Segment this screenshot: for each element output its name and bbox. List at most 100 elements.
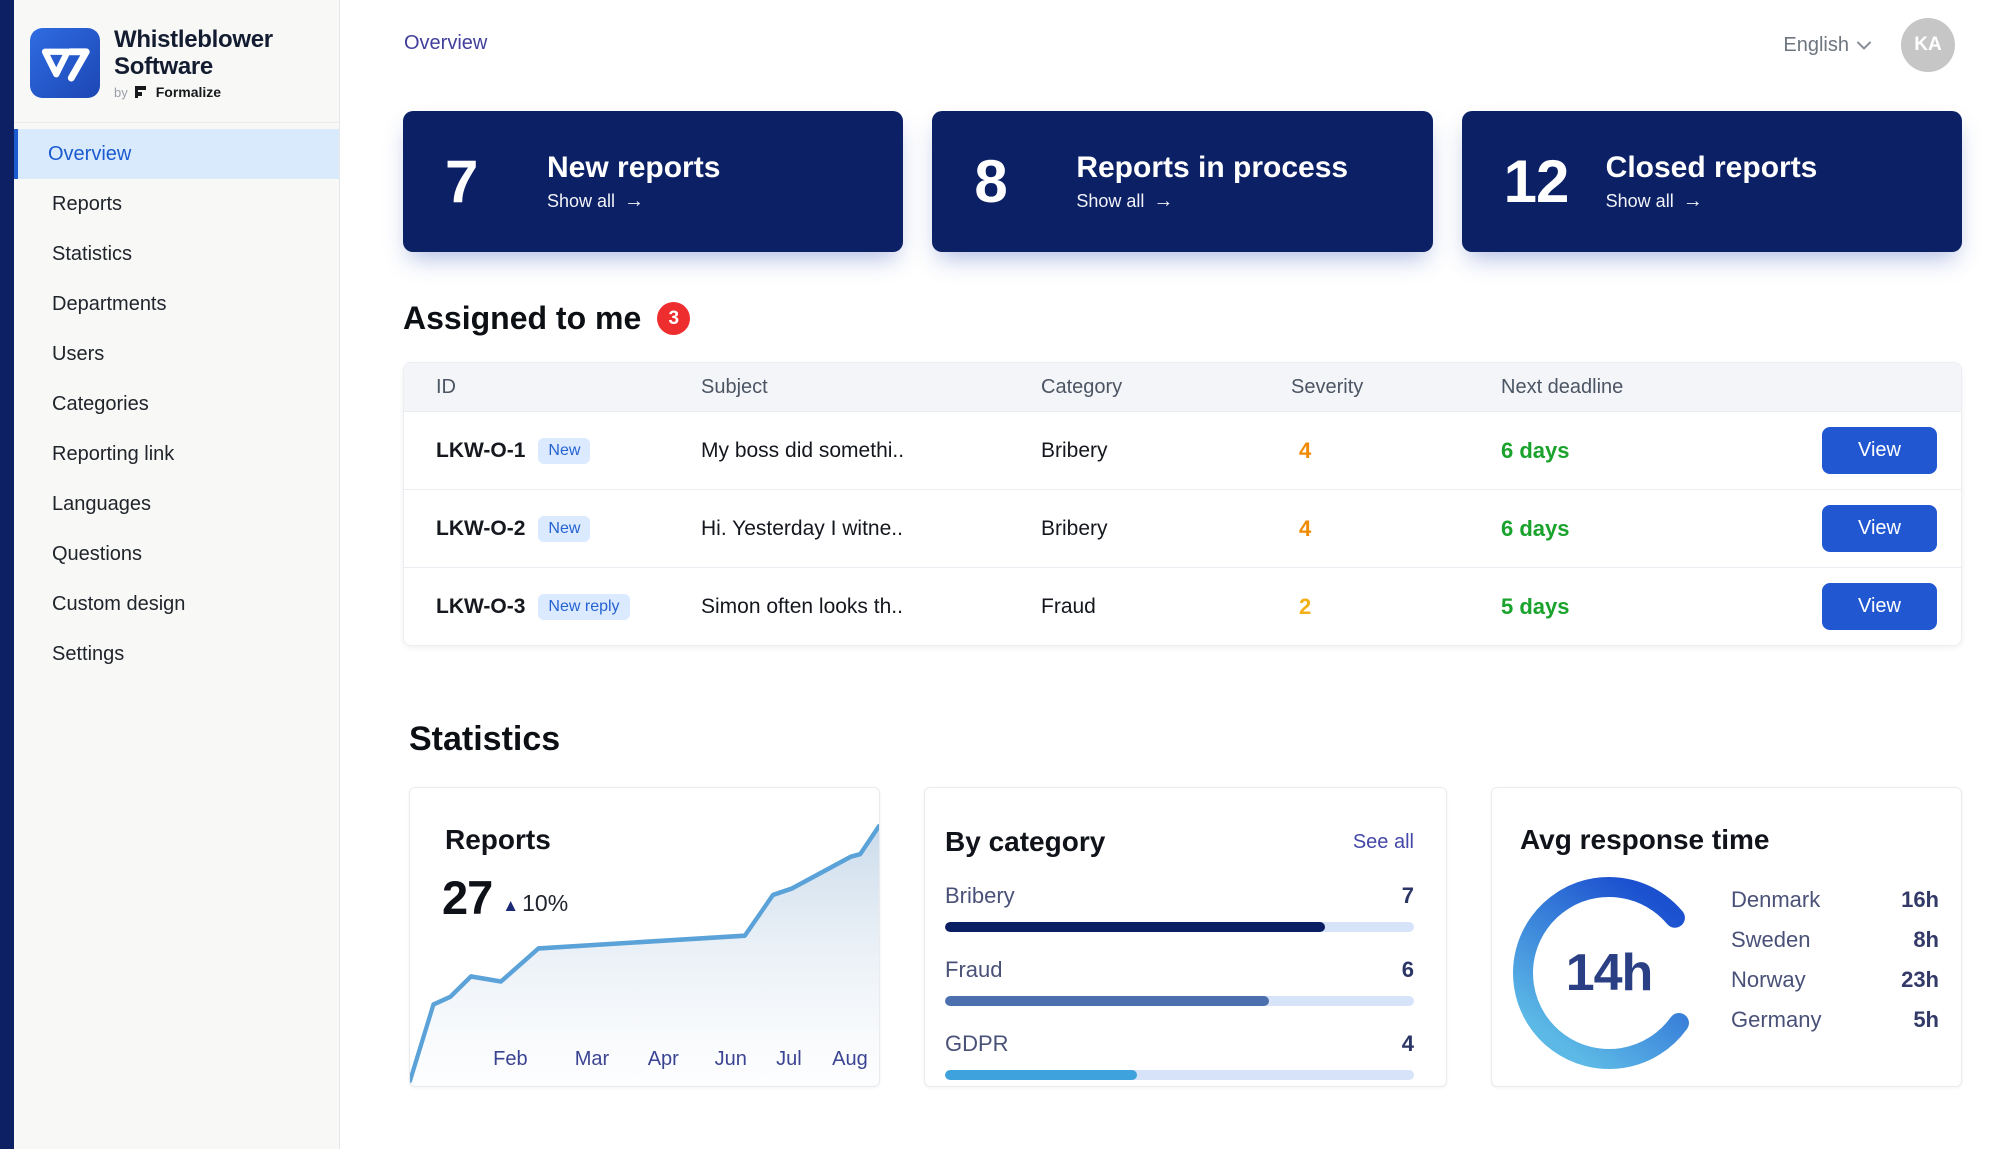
arrow-right-icon: → <box>1153 190 1173 213</box>
x-axis-label: Jun <box>715 1048 747 1071</box>
x-axis-label: Mar <box>575 1048 609 1071</box>
x-axis-label: Apr <box>648 1048 679 1071</box>
col-header-category: Category <box>1041 376 1291 399</box>
arrow-right-icon: → <box>624 190 644 213</box>
response-legend: Denmark 16h Sweden 8h Norway 23h Germany… <box>1731 880 1939 1040</box>
show-all-link[interactable]: Show all → <box>1606 190 1818 213</box>
panel-title: Reports <box>445 824 551 856</box>
col-header-id: ID <box>436 376 701 399</box>
report-id: LKW-O-2 <box>436 517 525 541</box>
legend-value: 5h <box>1913 1007 1939 1033</box>
table-row: LKW-O-1 New My boss did somethi.. Briber… <box>404 411 1961 489</box>
sidebar-item-languages[interactable]: Languages <box>14 479 339 529</box>
report-severity: 2 <box>1291 594 1501 620</box>
avatar[interactable]: KA <box>1901 18 1955 72</box>
legend-row: Norway 23h <box>1731 960 1939 1000</box>
sidebar-item-settings[interactable]: Settings <box>14 629 339 679</box>
view-button[interactable]: View <box>1822 505 1937 552</box>
chevron-down-icon <box>1857 41 1871 50</box>
app-logo[interactable]: Whistleblower Software by Formalize <box>14 0 339 123</box>
x-axis-label: Feb <box>493 1048 527 1071</box>
sidebar-item-statistics[interactable]: Statistics <box>14 229 339 279</box>
bar-track <box>945 1070 1414 1080</box>
statistics-panels: Feb Mar Apr Jun Jul Aug Reports 27 ▲ 10%… <box>341 759 2000 1087</box>
report-id: LKW-O-3 <box>436 595 525 619</box>
bar-value: 7 <box>1402 883 1414 909</box>
sidebar-item-custom-design[interactable]: Custom design <box>14 579 339 629</box>
sidebar-item-departments[interactable]: Departments <box>14 279 339 329</box>
summary-count: 8 <box>974 147 1046 216</box>
arrow-right-icon: → <box>1683 190 1703 213</box>
assigned-table: ID Subject Category Severity Next deadli… <box>403 362 1962 646</box>
main-content: Overview English KA 7 New reports Show a… <box>341 0 2000 1149</box>
sidebar-item-users[interactable]: Users <box>14 329 339 379</box>
bar-fill <box>945 1070 1137 1080</box>
bar-fill <box>945 922 1325 932</box>
summary-title: Reports in process <box>1076 151 1348 185</box>
view-button[interactable]: View <box>1822 583 1937 630</box>
show-all-link[interactable]: Show all → <box>1076 190 1348 213</box>
breadcrumb[interactable]: Overview <box>404 32 487 55</box>
legend-label: Sweden <box>1731 927 1811 953</box>
sidebar-item-questions[interactable]: Questions <box>14 529 339 579</box>
summary-count: 7 <box>445 147 517 216</box>
trend-value: 10% <box>522 890 568 917</box>
legend-row: Germany 5h <box>1731 1000 1939 1040</box>
report-subject: My boss did somethi.. <box>701 439 1041 463</box>
legend-value: 23h <box>1901 967 1939 993</box>
sidebar-nav: Overview Reports Statistics Departments … <box>14 123 339 679</box>
bar-label: Bribery <box>945 883 1015 909</box>
assigned-count-badge: 3 <box>657 302 690 335</box>
bar-value: 4 <box>1402 1031 1414 1057</box>
category-bar: Fraud 6 <box>945 957 1414 1006</box>
summary-card-closed[interactable]: 12 Closed reports Show all → <box>1462 111 1962 252</box>
assigned-header: Assigned to me 3 <box>341 252 2000 337</box>
summary-card-in-process[interactable]: 8 Reports in process Show all → <box>932 111 1432 252</box>
sidebar-item-reports[interactable]: Reports <box>14 179 339 229</box>
sidebar-item-categories[interactable]: Categories <box>14 379 339 429</box>
app-edge-strip <box>0 0 14 1149</box>
sidebar-item-overview[interactable]: Overview <box>14 129 339 179</box>
legend-row: Sweden 8h <box>1731 920 1939 960</box>
byline-prefix: by <box>114 85 128 100</box>
panel-title: By category <box>945 826 1105 858</box>
trend-up-icon: ▲ <box>502 896 519 916</box>
report-subject: Hi. Yesterday I witne.. <box>701 517 1041 541</box>
legend-label: Germany <box>1731 1007 1821 1033</box>
statistics-title: Statistics <box>341 646 2000 759</box>
summary-card-new-reports[interactable]: 7 New reports Show all → <box>403 111 903 252</box>
category-bar: Bribery 7 <box>945 883 1414 932</box>
report-subject: Simon often looks th.. <box>701 595 1041 619</box>
see-all-link[interactable]: See all <box>1353 831 1414 854</box>
assigned-title: Assigned to me <box>403 300 641 337</box>
report-category: Fraud <box>1041 595 1291 619</box>
sidebar: Whistleblower Software by Formalize Over… <box>14 0 340 1149</box>
view-button[interactable]: View <box>1822 427 1937 474</box>
summary-title: Closed reports <box>1606 151 1818 185</box>
report-severity: 4 <box>1291 516 1501 542</box>
report-category: Bribery <box>1041 439 1291 463</box>
col-header-deadline: Next deadline <box>1501 376 1801 399</box>
x-axis-label: Jul <box>776 1048 802 1071</box>
whistleblower-logo-icon <box>30 28 100 98</box>
x-axis-labels: Feb Mar Apr Jun Jul Aug <box>410 1048 879 1074</box>
logo-title-line2: Software <box>114 53 273 80</box>
bar-value: 6 <box>1402 957 1414 983</box>
trend-indicator: ▲ 10% <box>502 890 568 917</box>
topbar: Overview English KA <box>341 0 2000 90</box>
x-axis-label: Aug <box>832 1048 868 1071</box>
show-all-link[interactable]: Show all → <box>547 190 720 213</box>
category-bar: GDPR 4 <box>945 1031 1414 1080</box>
topbar-right: English KA <box>1783 18 1955 72</box>
bar-label: Fraud <box>945 957 1002 983</box>
language-selector[interactable]: English <box>1783 34 1871 57</box>
report-deadline: 5 days <box>1501 594 1801 620</box>
table-row: LKW-O-2 New Hi. Yesterday I witne.. Brib… <box>404 489 1961 567</box>
report-severity: 4 <box>1291 438 1501 464</box>
legend-value: 8h <box>1913 927 1939 953</box>
legend-value: 16h <box>1901 887 1939 913</box>
show-all-label: Show all <box>1076 191 1144 212</box>
reports-chart-panel: Feb Mar Apr Jun Jul Aug Reports 27 ▲ 10% <box>409 787 880 1087</box>
formalize-logo-icon <box>134 85 150 99</box>
sidebar-item-reporting-link[interactable]: Reporting link <box>14 429 339 479</box>
